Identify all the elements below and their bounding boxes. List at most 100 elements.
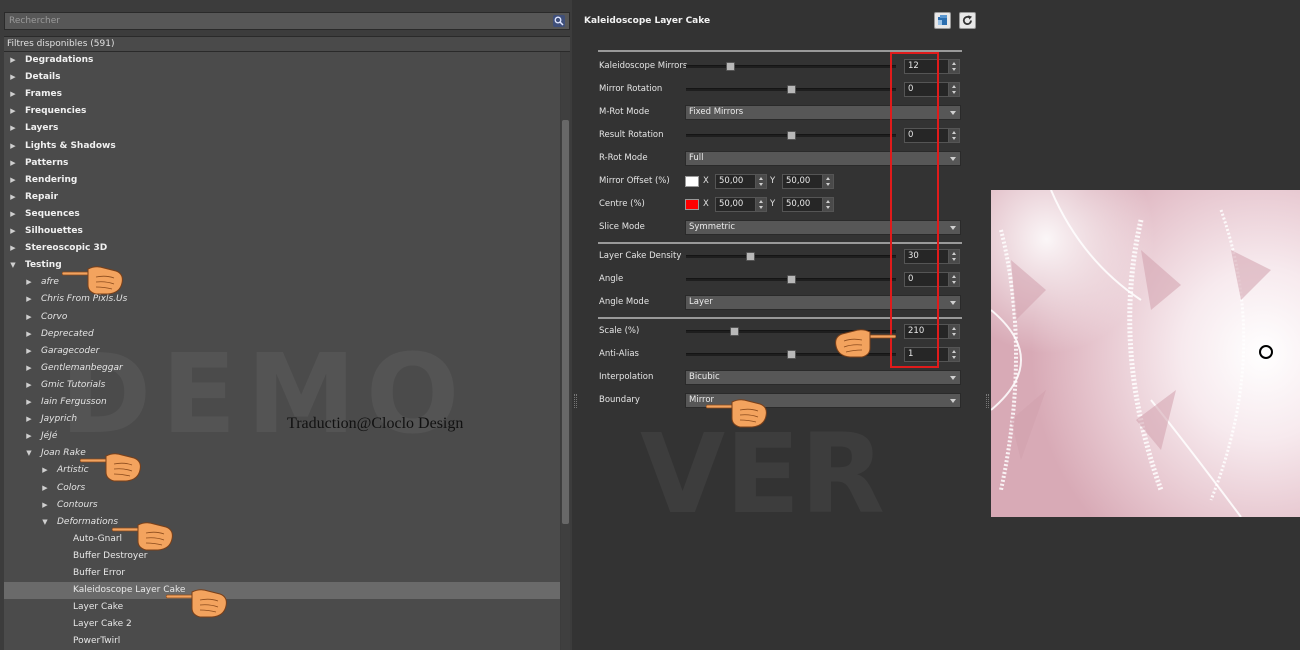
collapsed-arrow-icon[interactable]: ▶ (8, 189, 18, 206)
tree-folder-item[interactable]: ▶ Contours (4, 497, 560, 514)
splitter-handle[interactable] (574, 394, 577, 408)
expanded-arrow-icon[interactable]: ▼ (24, 445, 34, 462)
chevron-down-icon (950, 376, 956, 380)
tree-item-label: Stereoscopic 3D (25, 243, 108, 254)
slider-handle[interactable] (786, 350, 796, 359)
collapsed-arrow-icon[interactable]: ▶ (24, 428, 34, 445)
collapsed-arrow-icon[interactable]: ▶ (24, 291, 34, 308)
spin-arrows-icon[interactable] (948, 83, 959, 96)
tree-folder-item[interactable]: ▼ Deformations (4, 514, 560, 531)
spin-arrows-icon[interactable] (822, 175, 833, 188)
tree-folder-item[interactable]: ▶ Repair (4, 189, 560, 206)
point-x-spinbox[interactable]: 50,00 (715, 174, 767, 189)
point-y-spinbox[interactable]: 50,00 (782, 174, 834, 189)
spin-arrows-icon[interactable] (948, 250, 959, 263)
collapsed-arrow-icon[interactable]: ▶ (8, 223, 18, 240)
spin-arrows-icon[interactable] (755, 198, 766, 211)
spin-arrows-icon[interactable] (948, 129, 959, 142)
collapsed-arrow-icon[interactable]: ▶ (40, 497, 50, 514)
tree-scrollbar-thumb[interactable] (562, 120, 569, 524)
slider-handle[interactable] (726, 62, 736, 71)
tree-folder-item[interactable]: ▶ Corvo (4, 309, 560, 326)
collapsed-arrow-icon[interactable]: ▶ (24, 411, 34, 428)
spinbox-value: 50,00 (786, 199, 811, 209)
search-icon[interactable] (553, 15, 565, 27)
collapsed-arrow-icon[interactable]: ▶ (40, 480, 50, 497)
collapsed-arrow-icon[interactable]: ▶ (8, 52, 18, 69)
spin-arrows-icon[interactable] (948, 273, 959, 286)
point-y-spinbox[interactable]: 50,00 (782, 197, 834, 212)
splitter-handle[interactable] (986, 394, 989, 408)
tree-folder-item[interactable]: ▶ Patterns (4, 155, 560, 172)
point-color-swatch[interactable] (685, 199, 699, 210)
spin-arrows-icon[interactable] (822, 198, 833, 211)
tree-folder-item[interactable]: ▶ Degradations (4, 52, 560, 69)
copy-to-clipboard-button[interactable] (934, 12, 951, 29)
parameter-dropdown[interactable]: Bicubic (685, 370, 961, 385)
collapsed-arrow-icon[interactable]: ▶ (8, 86, 18, 103)
tree-folder-item[interactable]: ▶ Rendering (4, 172, 560, 189)
tree-filter-item[interactable]: Buffer Error (4, 565, 560, 582)
tree-item-label: Layer Cake (73, 602, 124, 613)
tree-folder-item[interactable]: ▶ Layers (4, 120, 560, 137)
tree-folder-item[interactable]: ▶ Silhouettes (4, 223, 560, 240)
collapsed-arrow-icon[interactable]: ▶ (8, 206, 18, 223)
tree-folder-item[interactable]: ▶ Frequencies (4, 103, 560, 120)
tree-filter-item[interactable]: Kaleidoscope Layer Cake (4, 582, 560, 600)
tree-filter-item[interactable]: PowerTwirl (4, 633, 560, 650)
collapsed-arrow-icon[interactable]: ▶ (8, 240, 18, 257)
tree-folder-item[interactable]: ▶ Frames (4, 86, 560, 103)
collapsed-arrow-icon[interactable]: ▶ (24, 343, 34, 360)
tree-folder-item[interactable]: ▶ Lights & Shadows (4, 138, 560, 155)
collapsed-arrow-icon[interactable]: ▶ (8, 138, 18, 155)
collapsed-arrow-icon[interactable]: ▶ (24, 309, 34, 326)
collapsed-arrow-icon[interactable]: ▶ (8, 172, 18, 189)
parameter-slider[interactable] (686, 131, 896, 140)
parameter-slider[interactable] (686, 252, 896, 261)
parameter-slider[interactable] (686, 85, 896, 94)
collapsed-arrow-icon[interactable]: ▶ (8, 103, 18, 120)
spin-arrows-icon[interactable] (948, 325, 959, 338)
tree-filter-item[interactable]: Layer Cake 2 (4, 616, 560, 633)
tree-folder-item[interactable]: ▶ Sequences (4, 206, 560, 223)
tree-item-label: Frequencies (25, 106, 87, 117)
collapsed-arrow-icon[interactable]: ▶ (24, 274, 34, 291)
dropdown-value: Fixed Mirrors (689, 107, 744, 117)
chevron-down-icon (950, 157, 956, 161)
preview-center-marker-icon[interactable] (1258, 344, 1274, 360)
tree-filter-item[interactable]: Auto-Gnarl (4, 531, 560, 548)
collapsed-arrow-icon[interactable]: ▶ (40, 462, 50, 479)
collapsed-arrow-icon[interactable]: ▶ (24, 394, 34, 411)
point-color-swatch[interactable] (685, 176, 699, 187)
tree-item-label: Corvo (41, 311, 68, 322)
tree-filter-item[interactable]: Buffer Destroyer (4, 548, 560, 565)
slider-handle[interactable] (786, 85, 796, 94)
expanded-arrow-icon[interactable]: ▼ (8, 257, 18, 274)
reset-parameters-button[interactable] (959, 12, 976, 29)
filters-panel: Filtres disponibles (591) ▶Degradations▶… (0, 0, 572, 650)
spin-arrows-icon[interactable] (948, 348, 959, 361)
collapsed-arrow-icon[interactable]: ▶ (24, 377, 34, 394)
parameter-slider[interactable] (686, 275, 896, 284)
collapsed-arrow-icon[interactable]: ▶ (8, 155, 18, 172)
chevron-down-icon (950, 399, 956, 403)
slider-handle[interactable] (730, 327, 740, 336)
preview-image[interactable] (991, 190, 1300, 517)
spin-arrows-icon[interactable] (755, 175, 766, 188)
spin-arrows-icon[interactable] (948, 60, 959, 73)
tree-filter-item[interactable]: Layer Cake (4, 599, 560, 616)
point-x-spinbox[interactable]: 50,00 (715, 197, 767, 212)
search-input[interactable] (5, 13, 545, 29)
parameter-label: Mirror Rotation (599, 84, 663, 94)
collapsed-arrow-icon[interactable]: ▶ (8, 69, 18, 86)
parameter-slider[interactable] (686, 62, 896, 71)
slider-handle[interactable] (746, 252, 756, 261)
slider-handle[interactable] (786, 275, 796, 284)
expanded-arrow-icon[interactable]: ▼ (40, 514, 50, 531)
collapsed-arrow-icon[interactable]: ▶ (24, 326, 34, 343)
collapsed-arrow-icon[interactable]: ▶ (24, 360, 34, 377)
tree-folder-item[interactable]: ▶ Stereoscopic 3D (4, 240, 560, 257)
tree-folder-item[interactable]: ▶ Details (4, 69, 560, 86)
collapsed-arrow-icon[interactable]: ▶ (8, 120, 18, 137)
slider-handle[interactable] (786, 131, 796, 140)
